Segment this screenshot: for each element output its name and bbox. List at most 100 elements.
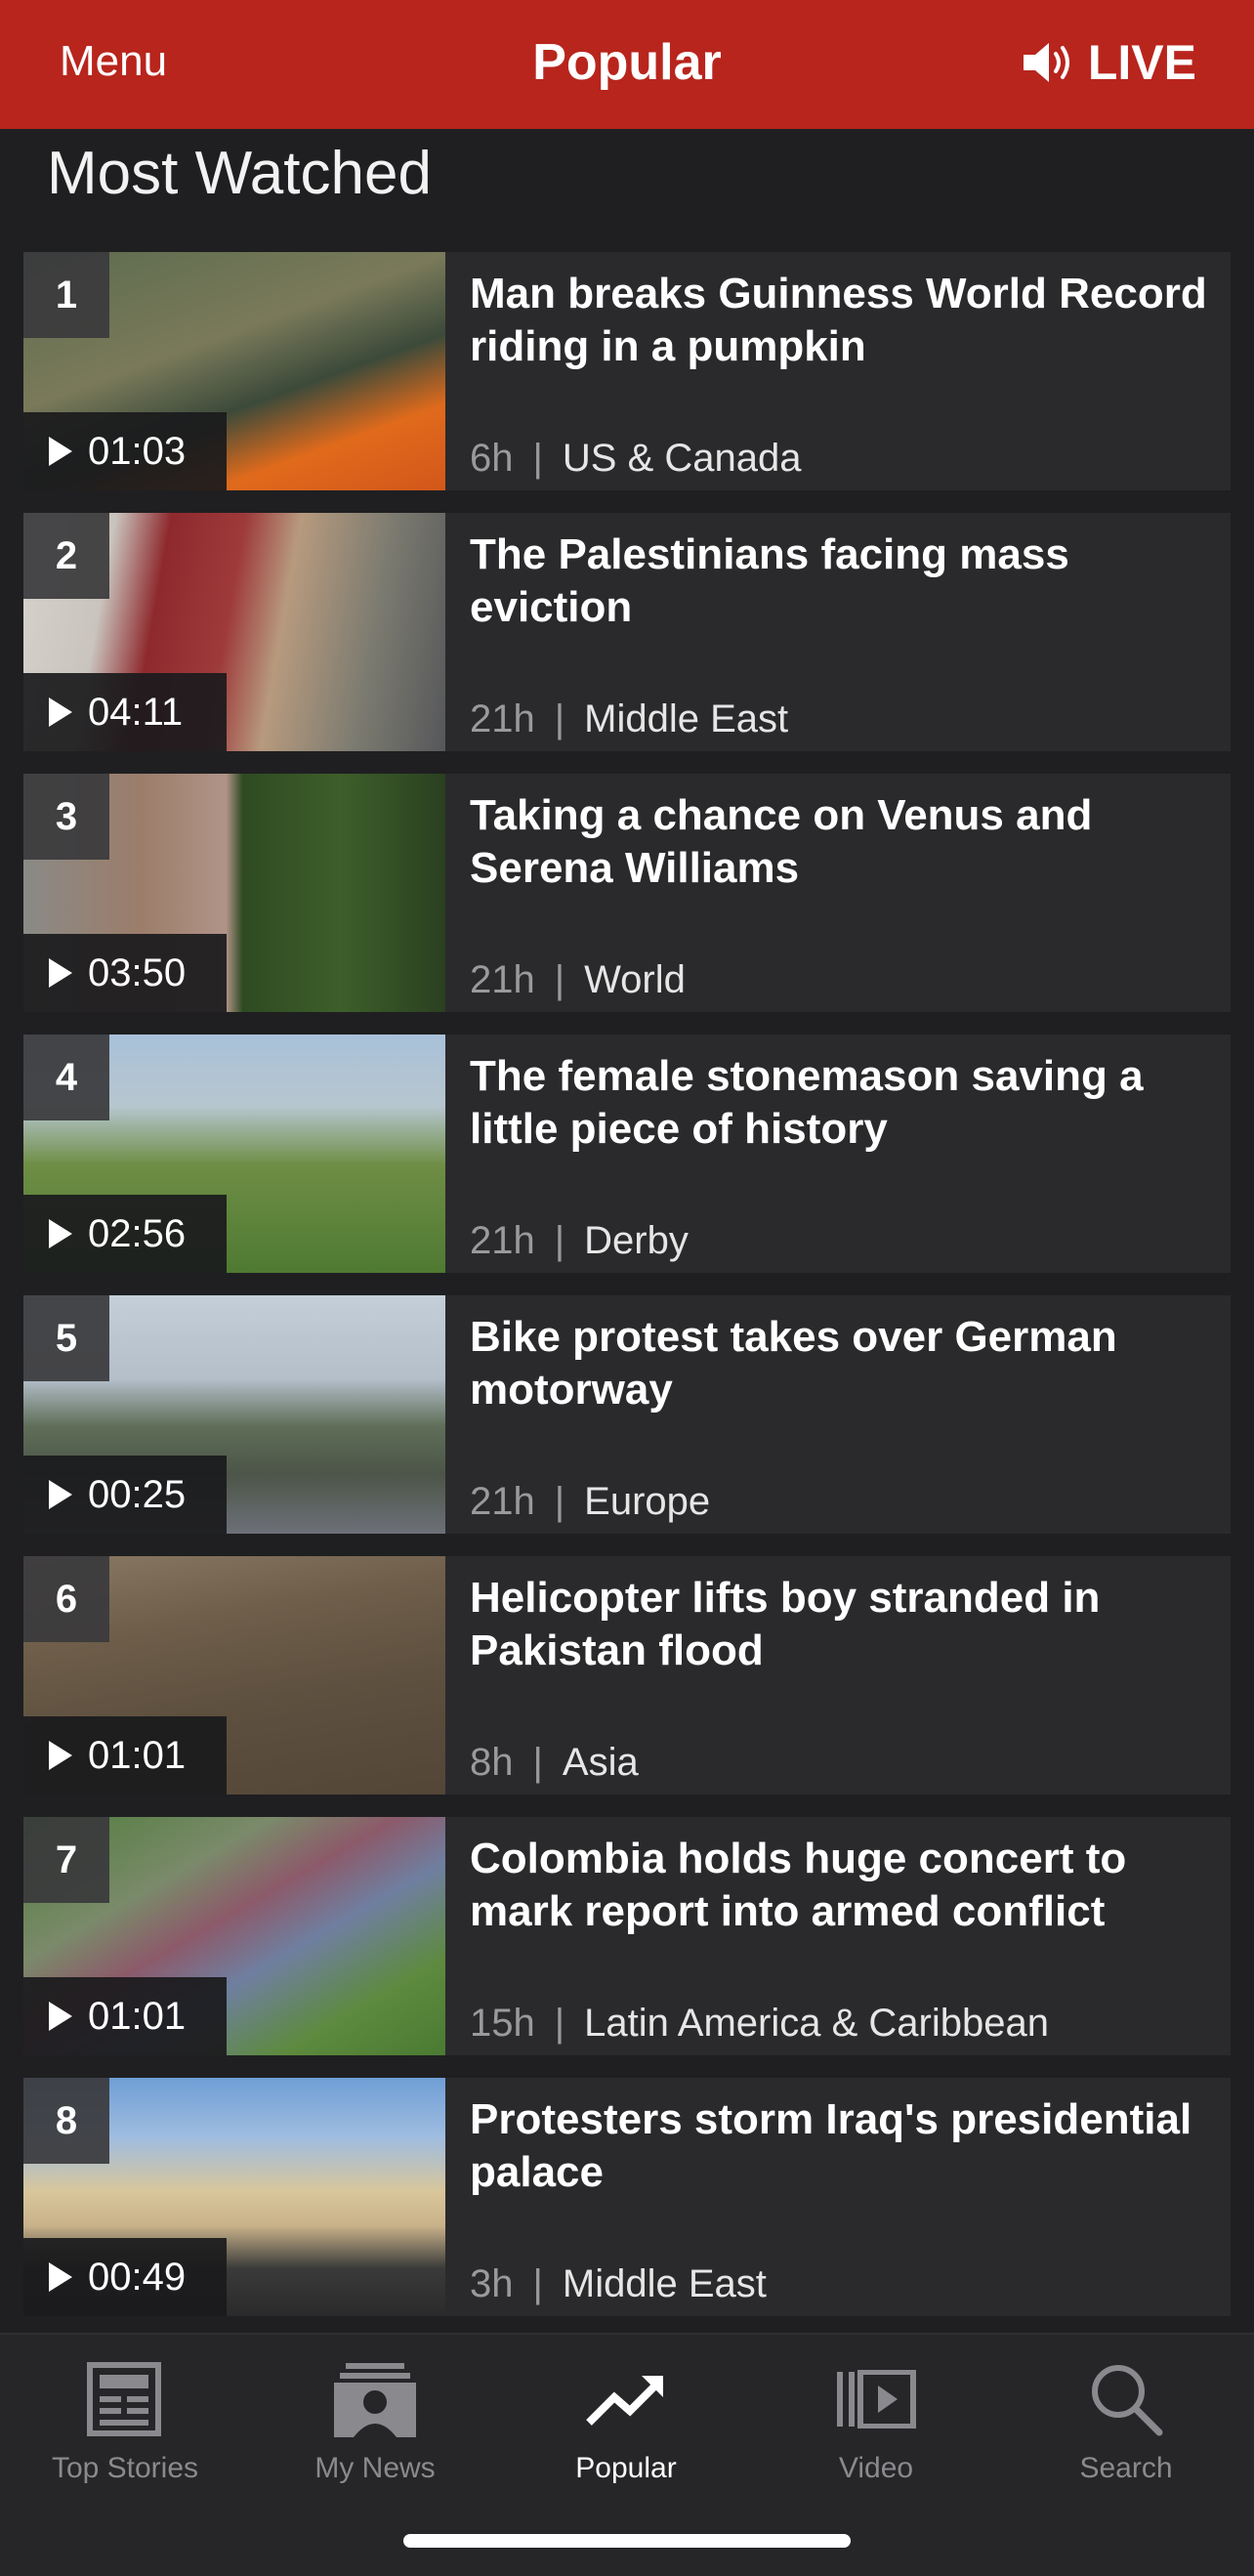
video-headline[interactable]: Taking a chance on Venus and Serena Will… bbox=[470, 789, 1222, 895]
search-icon bbox=[1092, 2365, 1163, 2436]
video-age: 6h bbox=[470, 437, 514, 480]
video-age: 21h bbox=[470, 1480, 535, 1523]
play-icon bbox=[49, 1219, 72, 1248]
tab-label: Popular bbox=[575, 2452, 677, 2484]
tab-top-stories[interactable]: Top Stories bbox=[27, 2350, 223, 2485]
section-title: Most Watched bbox=[47, 140, 432, 207]
video-meta: 21h | Middle East bbox=[470, 697, 788, 741]
play-icon bbox=[49, 958, 72, 988]
duration-badge: 00:25 bbox=[23, 1456, 227, 1534]
video-card[interactable]: 5 00:25 Bike protest takes over German m… bbox=[23, 1295, 1231, 1534]
video-card[interactable]: 6 01:01 Helicopter lifts boy stranded in… bbox=[23, 1556, 1231, 1795]
video-thumbnail[interactable]: 5 00:25 bbox=[23, 1295, 445, 1534]
video-thumbnail[interactable]: 1 01:03 bbox=[23, 252, 445, 490]
duration-label: 04:11 bbox=[88, 690, 184, 734]
video-card[interactable]: 1 01:03 Man breaks Guinness World Record… bbox=[23, 252, 1231, 490]
video-card[interactable]: 8 00:49 Protesters storm Iraq's presiden… bbox=[23, 2078, 1231, 2316]
rank-badge: 3 bbox=[23, 774, 109, 860]
video-card[interactable]: 3 03:50 Taking a chance on Venus and Ser… bbox=[23, 774, 1231, 1012]
video-category[interactable]: Middle East bbox=[584, 697, 788, 741]
duration-badge: 01:03 bbox=[23, 412, 227, 490]
duration-label: 00:25 bbox=[88, 1472, 187, 1516]
video-meta: 8h | Asia bbox=[470, 1741, 639, 1785]
video-headline[interactable]: Helicopter lifts boy stranded in Pakista… bbox=[470, 1572, 1222, 1677]
meta-separator: | bbox=[554, 697, 565, 740]
meta-separator: | bbox=[532, 437, 543, 480]
duration-badge: 01:01 bbox=[23, 1716, 227, 1795]
video-category[interactable]: Asia bbox=[563, 1741, 639, 1785]
video-age: 8h bbox=[470, 1741, 514, 1784]
video-headline[interactable]: Protesters storm Iraq's presidential pal… bbox=[470, 2093, 1222, 2199]
video-thumbnail[interactable]: 6 01:01 bbox=[23, 1556, 445, 1795]
video-thumbnail[interactable]: 4 02:56 bbox=[23, 1035, 445, 1273]
video-age: 21h bbox=[470, 1219, 535, 1262]
tab-video[interactable]: Video bbox=[778, 2350, 974, 2485]
tab-search[interactable]: Search bbox=[1028, 2350, 1224, 2485]
tab-label: Search bbox=[1079, 2452, 1173, 2484]
play-icon bbox=[49, 697, 72, 727]
video-icon bbox=[837, 2370, 916, 2428]
rank-badge: 2 bbox=[23, 513, 109, 599]
play-icon bbox=[49, 1741, 72, 1770]
video-headline[interactable]: Colombia holds huge concert to mark repo… bbox=[470, 1833, 1222, 1938]
video-category[interactable]: Middle East bbox=[563, 2262, 767, 2306]
duration-badge: 01:01 bbox=[23, 1977, 227, 2055]
video-category[interactable]: Latin America & Caribbean bbox=[584, 2002, 1049, 2046]
play-icon bbox=[49, 2262, 72, 2292]
duration-label: 01:01 bbox=[88, 1733, 187, 1777]
video-card[interactable]: 4 02:56 The female stonemason saving a l… bbox=[23, 1035, 1231, 1273]
duration-badge: 00:49 bbox=[23, 2238, 227, 2316]
video-headline[interactable]: The Palestinians facing mass eviction bbox=[470, 528, 1222, 634]
play-icon bbox=[49, 1480, 72, 1509]
video-category[interactable]: US & Canada bbox=[563, 437, 802, 481]
video-card[interactable]: 7 01:01 Colombia holds huge concert to m… bbox=[23, 1817, 1231, 2055]
video-category[interactable]: World bbox=[584, 958, 686, 1002]
duration-label: 00:49 bbox=[88, 2255, 187, 2299]
video-headline[interactable]: The female stonemason saving a little pi… bbox=[470, 1050, 1222, 1156]
video-thumbnail[interactable]: 7 01:01 bbox=[23, 1817, 445, 2055]
video-thumbnail[interactable]: 3 03:50 bbox=[23, 774, 445, 1012]
play-icon bbox=[49, 2002, 72, 2031]
meta-separator: | bbox=[532, 2262, 543, 2305]
duration-badge: 03:50 bbox=[23, 934, 227, 1012]
top-bar: Menu Popular LIVE bbox=[0, 0, 1254, 129]
live-button[interactable]: LIVE bbox=[1022, 33, 1196, 92]
home-indicator bbox=[403, 2534, 851, 2548]
rank-badge: 1 bbox=[23, 252, 109, 338]
meta-separator: | bbox=[554, 958, 565, 1001]
rank-badge: 4 bbox=[23, 1035, 109, 1120]
tab-my-news[interactable]: My News bbox=[277, 2350, 473, 2485]
tab-popular[interactable]: Popular bbox=[528, 2350, 724, 2485]
speaker-icon bbox=[1023, 43, 1069, 82]
trending-icon bbox=[586, 2376, 663, 2426]
video-age: 21h bbox=[470, 697, 535, 740]
video-meta: 6h | US & Canada bbox=[470, 437, 801, 481]
meta-separator: | bbox=[532, 1741, 543, 1784]
duration-label: 02:56 bbox=[88, 1211, 187, 1255]
tab-label: Top Stories bbox=[51, 2452, 199, 2484]
video-meta: 21h | World bbox=[470, 958, 686, 1002]
video-thumbnail[interactable]: 2 04:11 bbox=[23, 513, 445, 751]
rank-badge: 6 bbox=[23, 1556, 109, 1642]
video-thumbnail[interactable]: 8 00:49 bbox=[23, 2078, 445, 2316]
rank-badge: 7 bbox=[23, 1817, 109, 1903]
video-category[interactable]: Derby bbox=[584, 1219, 689, 1263]
meta-separator: | bbox=[554, 1219, 565, 1262]
video-card[interactable]: 2 04:11 The Palestinians facing mass evi… bbox=[23, 513, 1231, 751]
video-headline[interactable]: Bike protest takes over German motorway bbox=[470, 1311, 1222, 1416]
video-meta: 21h | Europe bbox=[470, 1480, 710, 1524]
video-meta: 21h | Derby bbox=[470, 1219, 689, 1263]
video-category[interactable]: Europe bbox=[584, 1480, 710, 1524]
duration-label: 01:01 bbox=[88, 1994, 187, 2038]
newspaper-icon bbox=[87, 2362, 161, 2436]
duration-label: 03:50 bbox=[88, 950, 187, 994]
tab-label: Video bbox=[838, 2452, 914, 2484]
tab-label: My News bbox=[314, 2452, 436, 2484]
duration-badge: 04:11 bbox=[23, 673, 227, 751]
video-headline[interactable]: Man breaks Guinness World Record riding … bbox=[470, 268, 1222, 373]
video-meta: 3h | Middle East bbox=[470, 2262, 767, 2306]
duration-badge: 02:56 bbox=[23, 1195, 227, 1273]
duration-label: 01:03 bbox=[88, 429, 187, 473]
meta-separator: | bbox=[554, 2002, 565, 2045]
rank-badge: 8 bbox=[23, 2078, 109, 2164]
